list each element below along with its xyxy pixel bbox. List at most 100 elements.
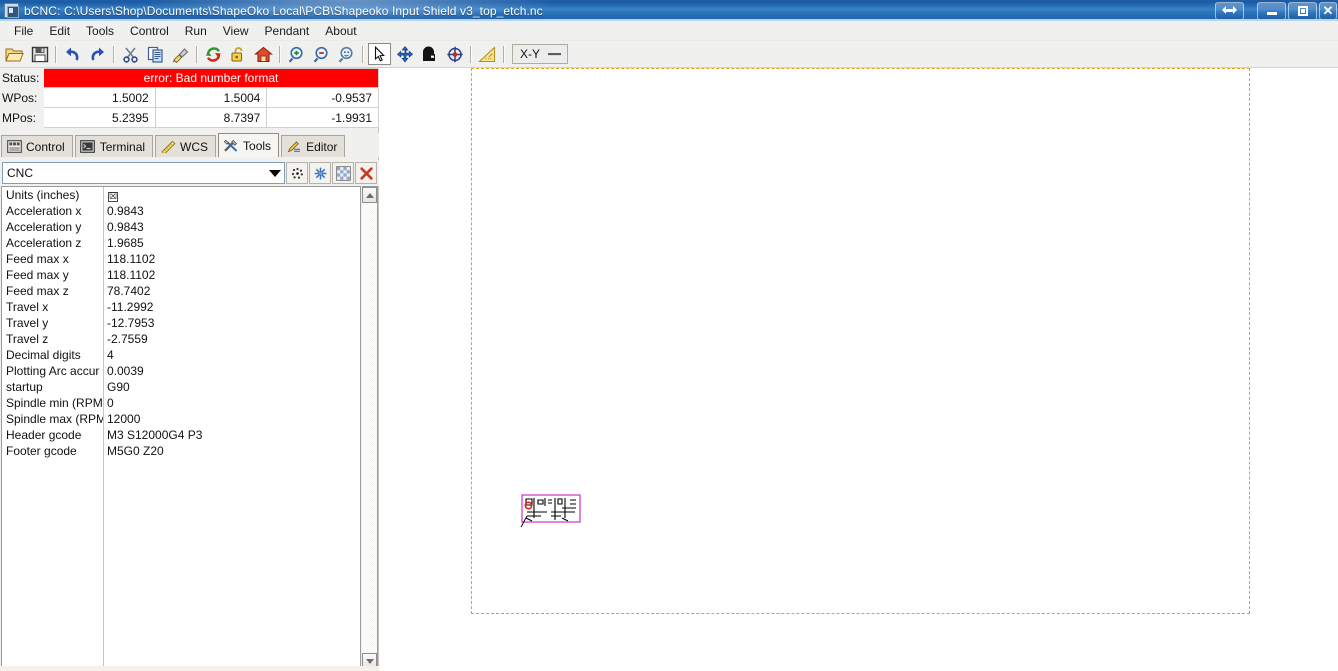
redo-arrow-icon	[91, 47, 104, 60]
window-resize-button[interactable]	[1215, 1, 1244, 20]
redo-button[interactable]	[86, 43, 109, 65]
property-row[interactable]: Acceleration y 0.9843	[2, 219, 360, 235]
window-close-button[interactable]: ✕	[1319, 1, 1337, 20]
units-checkbox[interactable]: ☒	[108, 191, 118, 202]
property-row[interactable]: Spindle max (RPM 12000	[2, 411, 360, 427]
property-value[interactable]: 0.9843	[103, 204, 144, 218]
zoom-fit-button[interactable]	[335, 43, 358, 65]
property-value[interactable]: 12000	[103, 412, 140, 426]
gantry-tool-button[interactable]	[418, 43, 441, 65]
home-button[interactable]	[252, 43, 275, 65]
tab-wcs[interactable]: WCS	[155, 135, 217, 157]
property-row[interactable]: Feed max x 118.1102	[2, 251, 360, 267]
tab-bar: Control Terminal WCS Tools Editor	[0, 133, 379, 157]
tab-editor[interactable]: Editor	[281, 135, 346, 157]
property-row[interactable]: Acceleration x 0.9843	[2, 203, 360, 219]
unlock-button[interactable]	[227, 43, 250, 65]
property-value[interactable]: 118.1102	[103, 252, 155, 266]
menu-item-edit[interactable]: Edit	[41, 23, 78, 39]
property-value[interactable]: 0.9843	[103, 220, 144, 234]
tab-control-label: Control	[26, 139, 65, 154]
select-tool-button[interactable]	[368, 43, 391, 65]
properties-scrollbar[interactable]	[362, 186, 378, 670]
toolpath-canvas[interactable]	[380, 68, 1338, 671]
pan-tool-button[interactable]	[393, 43, 416, 65]
add-clone-item-button[interactable]	[286, 162, 308, 184]
undo-arrow-icon	[66, 47, 79, 60]
clone-item-button[interactable]	[332, 162, 354, 184]
toolbox-selector[interactable]: CNC	[2, 162, 285, 184]
property-value[interactable]: 118.1102	[103, 268, 155, 282]
add-item-button[interactable]	[309, 162, 331, 184]
paste-button[interactable]	[169, 43, 192, 65]
view-plane-select[interactable]: X-Y	[512, 44, 569, 64]
undo-button[interactable]	[61, 43, 84, 65]
property-value[interactable]: -12.7953	[103, 316, 154, 330]
machine-margin-boundary	[471, 68, 1250, 614]
menu-item-control[interactable]: Control	[122, 23, 177, 39]
tab-terminal[interactable]: Terminal	[74, 135, 154, 157]
property-row[interactable]: Spindle min (RPM 0	[2, 395, 360, 411]
window-restore-button[interactable]	[1288, 1, 1317, 20]
property-row[interactable]: Units (inches) ☒	[2, 187, 360, 203]
property-value[interactable]: 0.0039	[103, 364, 144, 378]
menu-item-view[interactable]: View	[215, 23, 257, 39]
tab-control[interactable]: Control	[1, 135, 73, 157]
chevron-down-icon[interactable]	[265, 163, 284, 183]
delete-item-button[interactable]	[355, 162, 377, 184]
menu-item-about[interactable]: About	[317, 23, 364, 39]
green-red-refresh-icon	[205, 46, 221, 62]
scroll-up-button[interactable]	[362, 187, 377, 203]
property-row[interactable]: Plotting Arc accur 0.0039	[2, 363, 360, 379]
property-row[interactable]: Travel y -12.7953	[2, 315, 360, 331]
four-way-move-icon	[396, 45, 413, 63]
status-row: Status: error: Bad number format	[0, 68, 379, 88]
close-icon: ✕	[1322, 3, 1334, 18]
property-row[interactable]: Travel z -2.7559	[2, 331, 360, 347]
zoom-out-button[interactable]	[310, 43, 333, 65]
blue-asterisk-icon	[314, 167, 326, 179]
property-value[interactable]: M5G0 Z20	[103, 444, 164, 458]
origin-tool-button[interactable]	[443, 43, 466, 65]
property-row[interactable]: startup G90	[2, 379, 360, 395]
zoom-in-button[interactable]	[285, 43, 308, 65]
cut-button[interactable]	[119, 43, 142, 65]
open-file-button[interactable]	[3, 43, 26, 65]
property-value[interactable]: -2.7559	[103, 332, 148, 346]
property-value[interactable]: 0	[103, 396, 114, 410]
property-value[interactable]: M3 S12000G4 P3	[103, 428, 202, 442]
window-minimize-button[interactable]	[1257, 1, 1286, 20]
scissors-icon	[123, 47, 138, 63]
property-value[interactable]: ☒	[103, 188, 118, 202]
property-value[interactable]: G90	[103, 380, 130, 394]
property-row[interactable]: Acceleration z 1.9685	[2, 235, 360, 251]
tab-tools[interactable]: Tools	[218, 133, 280, 157]
property-value[interactable]: 1.9685	[103, 236, 144, 250]
property-name: Travel x	[6, 300, 49, 314]
property-value[interactable]: -11.2992	[103, 300, 153, 314]
reset-button[interactable]	[202, 43, 225, 65]
property-row[interactable]: Decimal digits 4	[2, 347, 360, 363]
menu-item-pendant[interactable]: Pendant	[257, 23, 318, 39]
property-row[interactable]: Footer gcode M5G0 Z20	[2, 443, 360, 459]
toolbox-header: CNC	[0, 160, 379, 186]
properties-list[interactable]: Units (inches) ☒ Acceleration x 0.9843 A…	[1, 186, 361, 670]
property-row[interactable]: Feed max y 118.1102	[2, 267, 360, 283]
copy-button[interactable]	[144, 43, 167, 65]
view-plane-label: X-Y	[520, 47, 541, 61]
save-file-button[interactable]	[28, 43, 51, 65]
paintbrush-icon	[172, 47, 188, 63]
menu-item-file[interactable]: File	[6, 23, 41, 39]
property-name: Feed max z	[6, 284, 69, 298]
property-value[interactable]: 4	[103, 348, 114, 362]
property-name: Spindle min (RPM	[6, 396, 103, 410]
menu-item-tools[interactable]: Tools	[78, 23, 122, 39]
menu-item-run[interactable]: Run	[177, 23, 215, 39]
property-value[interactable]: 78.7402	[103, 284, 150, 298]
property-row[interactable]: Travel x -11.2992	[2, 299, 360, 315]
status-grid: Status: error: Bad number format WPos: 1…	[0, 68, 380, 128]
ruler-tool-button[interactable]	[476, 43, 499, 65]
restore-icon	[1297, 5, 1308, 16]
property-row[interactable]: Feed max z 78.7402	[2, 283, 360, 299]
property-row[interactable]: Header gcode M3 S12000G4 P3	[2, 427, 360, 443]
